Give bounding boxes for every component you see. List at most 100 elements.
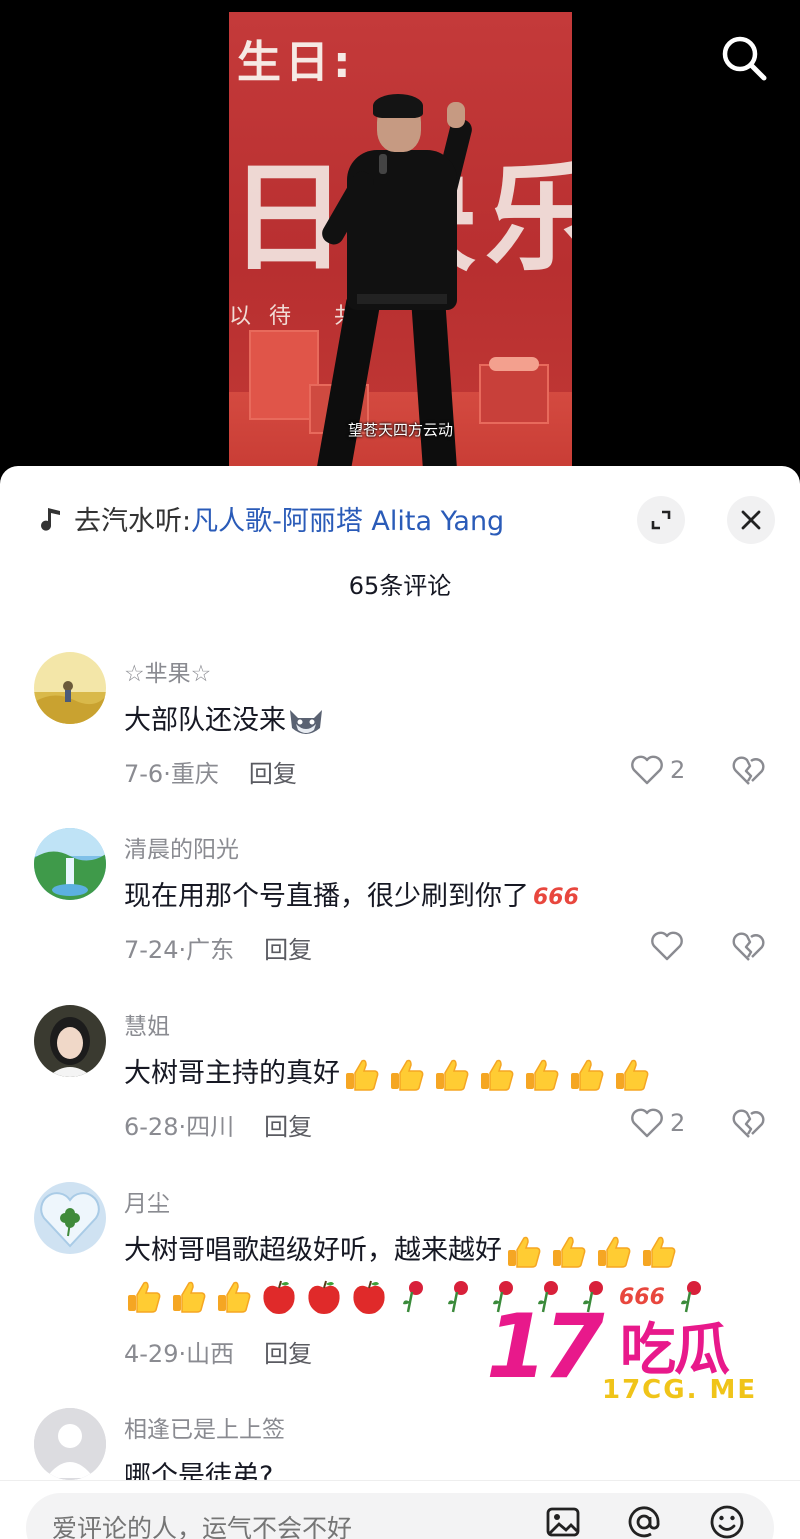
like-count: 2 <box>670 1109 686 1137</box>
rose-emoji-icon <box>448 1281 468 1313</box>
music-link[interactable]: 去汽水听: 凡人歌-阿丽塔 Alita Yang <box>36 496 504 540</box>
comment-meta: 7-6·重庆 回复 <box>124 760 297 788</box>
avatar[interactable] <box>34 1182 106 1254</box>
rose-emoji-icon <box>403 1281 423 1313</box>
thumbs-up-emoji-icon <box>391 1059 424 1091</box>
comment-location: 广东 <box>186 936 235 964</box>
comment-date: 7-24 <box>124 936 179 964</box>
comment-username[interactable]: 相逢已是上上签 <box>124 1410 285 1444</box>
comment-date: 7-6 <box>124 760 164 788</box>
comment-input-bar <box>0 1480 800 1539</box>
comment-username[interactable]: 慧姐 <box>124 1007 170 1041</box>
site-watermark: 17 吃瓜 17CG. ME <box>480 1295 780 1415</box>
search-icon <box>722 36 767 81</box>
avatar-image <box>34 1005 106 1077</box>
reply-button[interactable]: 回复 <box>249 760 297 788</box>
watermark-logo-text: 吃瓜 <box>620 1318 730 1383</box>
close-icon <box>741 510 761 530</box>
broken-heart-icon[interactable] <box>731 928 767 964</box>
like-button[interactable]: 2 <box>630 1105 685 1141</box>
expand-icon <box>651 510 671 530</box>
comment-location: 四川 <box>186 1113 235 1141</box>
thumbs-up-emoji-icon <box>481 1059 514 1091</box>
comment-item: 慧姐 大树哥主持的真好 6-28·四川 回复 2 <box>0 1005 800 1145</box>
thumbs-up-emoji-row <box>340 1058 652 1091</box>
emoji-icon[interactable] <box>708 1503 746 1539</box>
avatar-image <box>34 652 106 724</box>
comment-text-content: 大树哥主持的真好 <box>124 1058 340 1089</box>
comment-username[interactable]: 清晨的阳光 <box>124 830 239 864</box>
broken-heart-icon[interactable] <box>731 1105 767 1141</box>
avatar[interactable] <box>34 652 106 724</box>
broken-heart-icon[interactable] <box>731 752 767 788</box>
thumbs-up-emoji-icon <box>346 1059 379 1091</box>
heart-outline-icon <box>631 1108 663 1138</box>
video-subtitle: 望苍天四方云动 <box>347 421 453 439</box>
search-button[interactable] <box>716 30 772 86</box>
banner-title: 生日: <box>237 37 355 88</box>
thumbs-up-emoji-icon <box>173 1281 206 1313</box>
comment-location: 山西 <box>186 1340 235 1368</box>
avatar-image <box>34 1182 106 1254</box>
emoji-666-icon: 666 <box>533 885 579 910</box>
comment-text-content: 大树哥唱歌超级好听，越来越好 <box>124 1235 502 1266</box>
performer-hand <box>447 102 465 128</box>
thumbs-up-emoji-icon <box>508 1236 541 1268</box>
apple-emoji-icon <box>263 1280 295 1314</box>
comment-text: 大树哥主持的真好 <box>124 1051 652 1093</box>
microphone <box>379 154 387 174</box>
comment-username[interactable]: 月尘 <box>124 1184 170 1218</box>
avatar[interactable] <box>34 1408 106 1480</box>
comment-meta: 7-24·广东 回复 <box>124 936 313 964</box>
like-button[interactable]: 2 <box>630 752 685 788</box>
comment-text-content: 现在用那个号直播，很少刷到你了 <box>124 881 529 912</box>
comment-date: 6-28 <box>124 1113 179 1141</box>
thumbs-up-emoji-icon <box>436 1059 469 1091</box>
reply-button[interactable]: 回复 <box>264 1113 312 1141</box>
music-note-icon <box>41 508 60 531</box>
comment-text: 大部队还没来 <box>124 698 326 740</box>
thumbs-up-emoji-row <box>502 1235 679 1268</box>
comment-meta: 6-28·四川 回复 <box>124 1113 313 1141</box>
image-icon[interactable] <box>544 1503 582 1539</box>
gift-ribbon <box>489 357 539 371</box>
wolf-emoji-icon <box>290 709 322 734</box>
comment-username[interactable]: ☆芈果☆ <box>124 654 211 688</box>
thumbs-up-emoji-icon <box>616 1059 649 1091</box>
avatar[interactable] <box>34 1005 106 1077</box>
video-frame[interactable]: 生日: 日快乐 以待 共 望苍天四方云动 <box>229 12 572 480</box>
reply-button[interactable]: 回复 <box>264 936 312 964</box>
like-button[interactable] <box>650 928 684 964</box>
avatar[interactable] <box>34 828 106 900</box>
default-avatar-icon <box>34 1408 106 1480</box>
apple-emoji-icon <box>308 1280 340 1314</box>
comment-location: 重庆 <box>170 760 219 788</box>
comment-text-content: 大部队还没来 <box>124 705 286 736</box>
expand-button[interactable] <box>637 496 685 544</box>
watermark-url: 17CG. ME <box>602 1375 758 1405</box>
performer-belt <box>357 294 447 304</box>
music-prefix: 去汽水听: <box>74 505 192 537</box>
like-count: 2 <box>670 756 686 784</box>
performer-leg <box>411 296 458 480</box>
heart-outline-icon <box>651 931 683 961</box>
thumbs-up-emoji-icon <box>553 1236 586 1268</box>
reply-button[interactable]: 回复 <box>264 1340 312 1368</box>
thumbs-up-emoji-icon <box>218 1281 251 1313</box>
music-title[interactable]: 凡人歌-阿丽塔 Alita Yang <box>191 499 504 538</box>
at-icon[interactable] <box>625 1503 663 1539</box>
apple-emoji-icon <box>353 1280 385 1314</box>
avatar-image <box>34 828 106 900</box>
performer-hair <box>373 94 423 118</box>
thumbs-up-emoji-icon <box>526 1059 559 1091</box>
thumbs-up-emoji-icon <box>128 1281 161 1313</box>
close-button[interactable] <box>727 496 775 544</box>
comment-count: 65条评论 <box>348 572 452 600</box>
comment-item: ☆芈果☆ 大部队还没来 7-6·重庆 回复 2 <box>0 652 800 792</box>
comment-meta: 4-29·山西 回复 <box>124 1340 313 1368</box>
heart-outline-icon <box>631 755 663 785</box>
gift-box <box>479 364 549 424</box>
comment-item: 清晨的阳光 现在用那个号直播，很少刷到你了 666 7-24·广东 回复 <box>0 828 800 968</box>
video-player[interactable]: 生日: 日快乐 以待 共 望苍天四方云动 <box>0 0 800 480</box>
watermark-logo-number: 17 <box>486 1295 604 1398</box>
